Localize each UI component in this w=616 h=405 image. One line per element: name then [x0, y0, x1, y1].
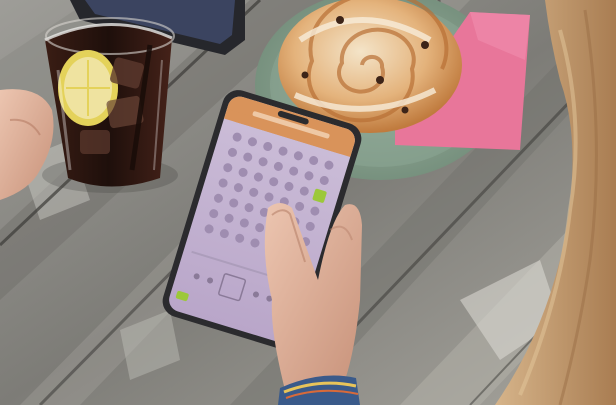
photo-scene	[0, 0, 616, 405]
photo-illustration	[0, 0, 616, 405]
iced-drink-glass	[42, 17, 178, 193]
